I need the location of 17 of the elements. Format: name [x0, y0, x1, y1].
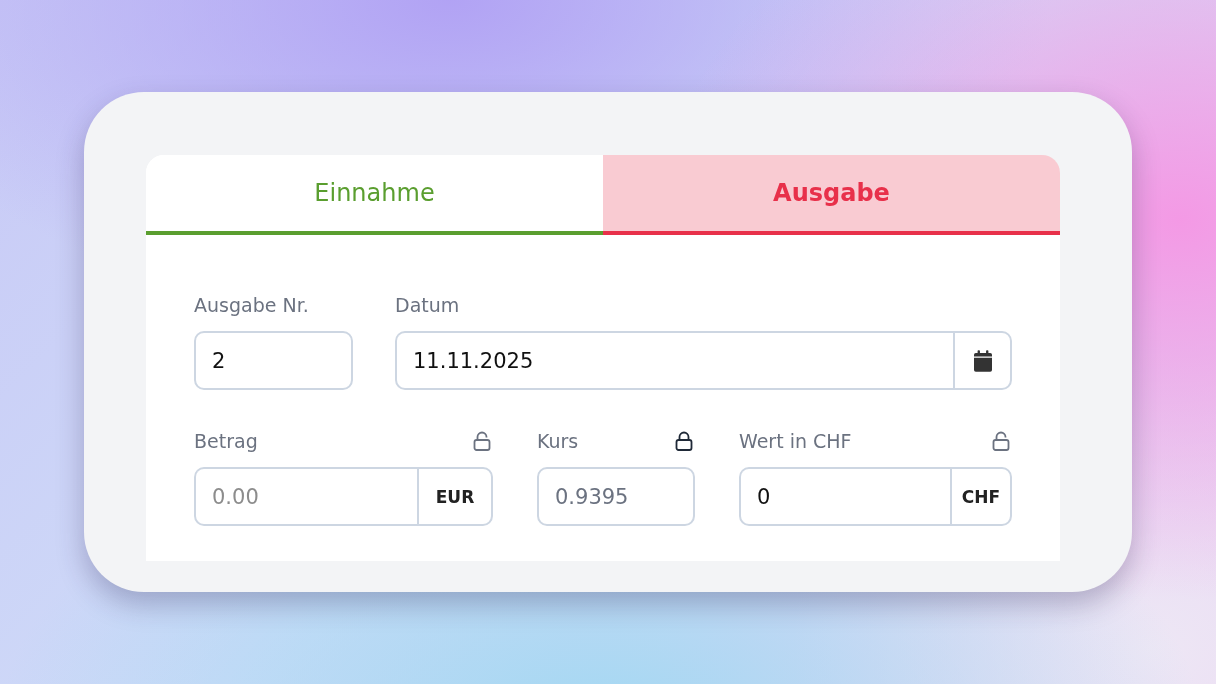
open-lock-icon[interactable]: [992, 431, 1010, 451]
input-field[interactable]: 2: [194, 331, 353, 390]
field-label: Ausgabe Nr.: [194, 293, 309, 318]
field-label: Betrag: [194, 429, 258, 454]
open-lock-icon[interactable]: [473, 431, 491, 451]
field-label: Kurs: [537, 429, 579, 454]
field-label: Wert in CHF: [739, 429, 852, 454]
input-field[interactable]: 0: [739, 467, 950, 526]
currency-addon: CHF: [950, 467, 1012, 526]
currency-addon: EUR: [417, 467, 493, 526]
field-label: Datum: [395, 293, 460, 318]
lock-icon[interactable]: [675, 431, 693, 451]
input-field[interactable]: 0.00: [194, 467, 417, 526]
input-field[interactable]: 11.11.2025: [395, 331, 953, 390]
input-field[interactable]: 0.9395: [537, 467, 695, 526]
calendar-icon: [973, 349, 992, 372]
calendar-button[interactable]: [953, 331, 1012, 390]
